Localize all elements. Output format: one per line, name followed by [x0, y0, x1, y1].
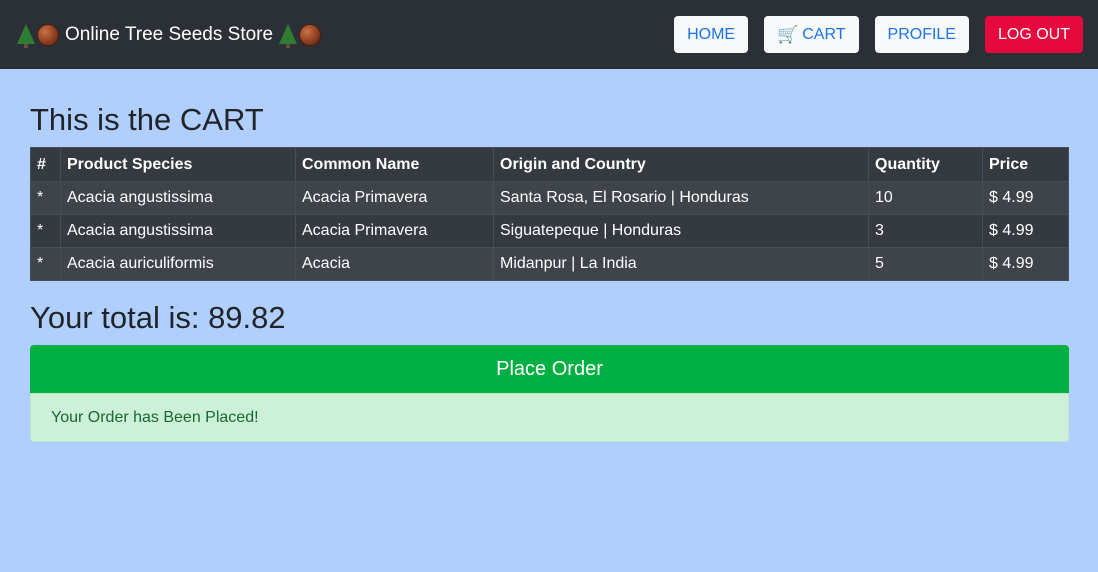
- place-order-button[interactable]: Place Order: [30, 345, 1069, 393]
- cart-icon: 🛒: [777, 24, 799, 44]
- cart-button-label: CART: [802, 25, 846, 43]
- table-row: * Acacia angustissima Acacia Primavera S…: [30, 181, 1069, 215]
- column-header-price: Price: [982, 147, 1069, 182]
- cart-table: # Product Species Common Name Origin and…: [30, 147, 1069, 281]
- tree-icon: [17, 23, 35, 48]
- logout-button[interactable]: LOG OUT: [984, 16, 1083, 53]
- column-header-number: #: [30, 147, 61, 182]
- row-price: $ 4.99: [982, 247, 1069, 281]
- main-content: This is the CART # Product Species Commo…: [0, 102, 1098, 442]
- row-mark: *: [30, 214, 61, 248]
- order-total: Your total is: 89.82: [30, 300, 286, 335]
- brand-title: Online Tree Seeds Store: [65, 23, 274, 45]
- profile-button[interactable]: PROFILE: [874, 16, 969, 53]
- row-common-name: Acacia Primavera: [295, 214, 494, 248]
- row-origin: Santa Rosa, El Rosario | Honduras: [493, 181, 869, 215]
- row-quantity: 10: [868, 181, 983, 215]
- place-order-label: Place Order: [496, 357, 603, 380]
- row-price: $ 4.99: [982, 214, 1069, 248]
- column-header-common-name: Common Name: [295, 147, 494, 182]
- brand[interactable]: Online Tree Seeds Store: [17, 23, 322, 48]
- row-quantity: 5: [868, 247, 983, 281]
- home-button-label: HOME: [687, 25, 736, 43]
- column-header-origin: Origin and Country: [493, 147, 869, 182]
- alert-message: Your Order has Been Placed!: [51, 408, 259, 426]
- table-row: * Acacia angustissima Acacia Primavera S…: [30, 214, 1069, 248]
- navbar: Online Tree Seeds Store HOME 🛒 CART PROF…: [0, 0, 1098, 69]
- table-header-row: # Product Species Common Name Origin and…: [30, 147, 1069, 182]
- page-title: This is the CART: [30, 102, 264, 137]
- cart-button[interactable]: 🛒 CART: [764, 16, 859, 53]
- seed-icon: [299, 23, 322, 46]
- column-header-species: Product Species: [60, 147, 296, 182]
- row-common-name: Acacia Primavera: [295, 181, 494, 215]
- tree-icon: [279, 23, 298, 48]
- seed-icon: [37, 23, 59, 46]
- row-common-name: Acacia: [295, 247, 494, 281]
- row-price: $ 4.99: [982, 181, 1069, 215]
- order-success-alert: Your Order has Been Placed!: [30, 393, 1069, 442]
- row-origin: Midanpur | La India: [493, 247, 869, 281]
- row-quantity: 3: [868, 214, 983, 248]
- row-origin: Siguatepeque | Honduras: [493, 214, 869, 248]
- logout-button-label: LOG OUT: [997, 25, 1070, 43]
- nav-buttons: HOME 🛒 CART PROFILE LOG OUT: [674, 16, 1083, 53]
- home-button[interactable]: HOME: [674, 16, 749, 53]
- row-mark: *: [30, 247, 61, 281]
- row-species: Acacia auriculiformis: [60, 247, 296, 281]
- row-mark: *: [30, 181, 61, 215]
- profile-button-label: PROFILE: [887, 25, 956, 43]
- row-species: Acacia angustissima: [60, 214, 296, 248]
- table-row: * Acacia auriculiformis Acacia Midanpur …: [30, 247, 1069, 281]
- row-species: Acacia angustissima: [60, 181, 296, 215]
- column-header-quantity: Quantity: [868, 147, 983, 182]
